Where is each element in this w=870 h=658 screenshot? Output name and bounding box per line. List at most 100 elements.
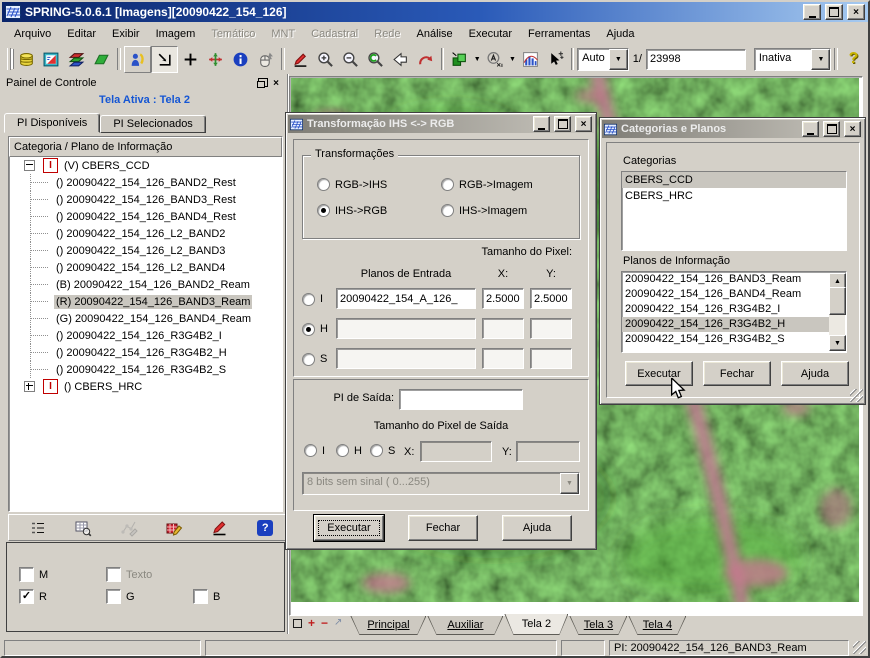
overlay-button[interactable]	[447, 47, 472, 72]
redraw-button[interactable]	[413, 47, 438, 72]
tree-item-plane[interactable]: () 20090422_154_126_BAND3_Rest	[10, 191, 281, 208]
chevron-down-icon[interactable]: ▼	[609, 49, 628, 70]
ihs-help-button[interactable]: Ajuda	[502, 515, 572, 541]
database-button[interactable]	[14, 47, 39, 72]
image-registration-button[interactable]	[39, 47, 64, 72]
zoom-area-button[interactable]	[363, 47, 388, 72]
categories-list[interactable]: CBERS_CCD CBERS_HRC	[621, 171, 847, 251]
tab-principal[interactable]: Principal	[350, 616, 426, 635]
menu-ferramentas[interactable]: Ferramentas	[520, 26, 598, 42]
chevron-down-icon[interactable]: ▼	[811, 49, 830, 70]
categories-help-button[interactable]: Ajuda	[781, 361, 849, 386]
tree-item-plane[interactable]: () 20090422_154_126_L2_BAND4	[10, 259, 281, 276]
planes-list[interactable]: 20090422_154_126_BAND3_Ream 20090422_154…	[621, 271, 847, 353]
categories-execute-button[interactable]: Executar	[625, 361, 693, 386]
ihs-dialog-titlebar[interactable]: Transformação IHS <-> RGB ×	[288, 115, 594, 133]
float-panel-button[interactable]	[255, 77, 269, 90]
expand-icon[interactable]	[24, 381, 35, 392]
tab-auxiliar[interactable]: Auxiliar	[427, 616, 503, 635]
assistant-button[interactable]	[124, 46, 151, 73]
pixel-x-i-input[interactable]	[482, 288, 524, 309]
close-button[interactable]: ×	[844, 121, 861, 137]
close-panel-button[interactable]: ×	[269, 77, 283, 90]
add-screen-button[interactable]: +	[308, 618, 315, 628]
plane-i-input[interactable]	[336, 288, 476, 309]
checkbox-b[interactable]	[193, 589, 208, 604]
radio-out-h[interactable]: H	[336, 444, 362, 457]
minimize-button[interactable]	[533, 116, 550, 132]
window-titlebar[interactable]: SPRING-5.0.6.1 [Imagens][20090422_154_12…	[2, 2, 868, 22]
output-pi-input[interactable]	[399, 389, 523, 410]
tree-item-category[interactable]: I () CBERS_HRC	[10, 378, 281, 395]
pixel-x-s-input[interactable]	[482, 348, 524, 369]
radio-band-h[interactable]: H	[302, 319, 328, 339]
checkbox-m[interactable]	[19, 567, 34, 582]
tree-body[interactable]: I (V) CBERS_CCD () 20090422_154_126_BAND…	[10, 157, 281, 510]
radio-band-s[interactable]: S	[302, 349, 327, 369]
plane-h-input[interactable]	[336, 318, 476, 339]
dialog-resize-grip[interactable]	[850, 389, 863, 402]
radio-out-i[interactable]: I	[304, 444, 325, 457]
menu-analise[interactable]: Análise	[409, 26, 461, 42]
radio-ihs-imagem[interactable]: IHS->Imagem	[441, 204, 527, 217]
scale-1x-button[interactable]	[482, 47, 507, 72]
close-button[interactable]: ×	[847, 4, 865, 20]
remove-screen-button[interactable]: −	[321, 618, 328, 628]
add-button[interactable]	[178, 47, 203, 72]
histogram-button[interactable]	[518, 47, 543, 72]
scrollbar-thumb[interactable]	[829, 287, 846, 315]
fit-view-button[interactable]	[151, 46, 178, 73]
planes-scrollbar[interactable]: ▲ ▼	[829, 273, 845, 351]
menu-exibir[interactable]: Exibir	[104, 26, 148, 42]
layers-button[interactable]	[64, 47, 89, 72]
list-item-plane[interactable]: 20090422_154_126_R3G4B2_I	[622, 302, 829, 317]
tree-item-plane[interactable]: () 20090422_154_126_BAND4_Rest	[10, 208, 281, 225]
list-item-plane[interactable]: 20090422_154_126_BAND4_Ream	[622, 287, 829, 302]
tree-item-plane[interactable]: (G) 20090422_154_126_BAND4_Ream	[10, 310, 281, 327]
acquire-point-button[interactable]	[543, 47, 568, 72]
minimize-button[interactable]	[802, 121, 819, 137]
radio-rgb-ihs[interactable]: RGB->IHS	[317, 178, 387, 191]
list-item-category[interactable]: CBERS_CCD	[622, 172, 846, 188]
radio-ihs-rgb[interactable]: IHS->RGB	[317, 204, 387, 217]
scroll-down-icon[interactable]: ▼	[829, 335, 846, 351]
tree-item-category[interactable]: I (V) CBERS_CCD	[10, 157, 281, 174]
detach-screen-button[interactable]: ↗	[334, 618, 342, 628]
radio-band-i[interactable]: I	[302, 289, 323, 309]
scale-dropdown-button[interactable]: ▼	[507, 47, 517, 72]
tab-tela-2[interactable]: Tela 2	[504, 614, 568, 635]
tree-item-plane[interactable]: () 20090422_154_126_L2_BAND2	[10, 225, 281, 242]
table-view-button[interactable]	[70, 517, 96, 538]
collapse-icon[interactable]	[24, 160, 35, 171]
tree-item-plane[interactable]: (B) 20090422_154_126_BAND2_Ream	[10, 276, 281, 293]
tree-item-plane[interactable]: () 20090422_154_126_R3G4B2_H	[10, 344, 281, 361]
ihs-close-button[interactable]: Fechar	[408, 515, 478, 541]
pixel-x-h-input[interactable]	[482, 318, 524, 339]
maximize-button[interactable]	[823, 121, 840, 137]
panel-help-button[interactable]: ?	[252, 517, 278, 538]
plane-s-input[interactable]	[336, 348, 476, 369]
menu-arquivo[interactable]: Arquivo	[6, 26, 59, 42]
window-resize-grip[interactable]	[853, 641, 866, 654]
pixel-y-h-input[interactable]	[530, 318, 572, 339]
tree-item-plane[interactable]: () 20090422_154_126_R3G4B2_I	[10, 327, 281, 344]
info-button[interactable]	[228, 47, 253, 72]
mouse-mode-button[interactable]	[253, 47, 278, 72]
control-panel-titlebar[interactable]: Painel de Controle ×	[2, 74, 287, 92]
list-item-category[interactable]: CBERS_HRC	[622, 188, 846, 204]
menu-ajuda[interactable]: Ajuda	[598, 26, 642, 42]
tree-item-plane[interactable]: () 20090422_154_126_R3G4B2_S	[10, 361, 281, 378]
tree-item-plane-selected[interactable]: (R) 20090422_154_126_BAND3_Ream	[10, 293, 281, 310]
maximize-button[interactable]	[825, 4, 843, 20]
raster-edit-button[interactable]	[161, 517, 187, 538]
pixel-y-i-input[interactable]	[530, 288, 572, 309]
menu-imagem[interactable]: Imagem	[148, 26, 204, 42]
vector-edit-button[interactable]	[207, 517, 233, 538]
zoom-out-button[interactable]	[338, 47, 363, 72]
legend-button[interactable]	[25, 517, 51, 538]
menu-editar[interactable]: Editar	[59, 26, 104, 42]
categories-close-button[interactable]: Fechar	[703, 361, 771, 386]
checkbox-r[interactable]: ✓	[19, 589, 34, 604]
minimize-button[interactable]	[803, 4, 821, 20]
tree-item-plane[interactable]: () 20090422_154_126_BAND2_Rest	[10, 174, 281, 191]
